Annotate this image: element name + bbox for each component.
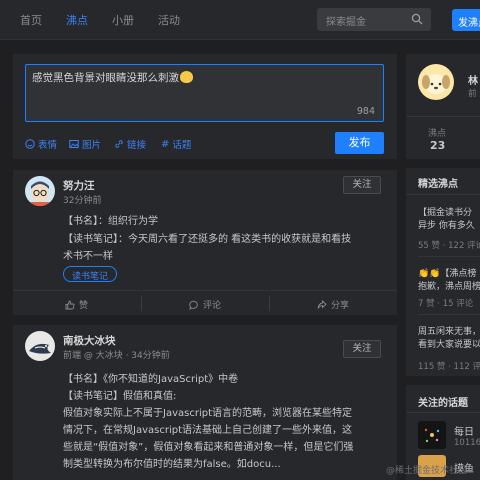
nav-events[interactable]: 活动	[158, 12, 180, 28]
pick-text[interactable]: 异步 你有多久	[418, 218, 475, 231]
hash-icon: #	[161, 138, 170, 150]
profile-card: 林 前 沸点 23	[406, 54, 480, 159]
smile-icon	[25, 139, 35, 149]
topic-tag[interactable]: 读书笔记	[63, 266, 118, 282]
top-nav: 首页 沸点 小册 活动 探索掘金 发沸点	[0, 0, 480, 40]
divider	[418, 256, 480, 257]
nav-home[interactable]: 首页	[20, 12, 42, 28]
profile-sub: 前	[468, 89, 477, 99]
topic-name[interactable]: 每日	[454, 423, 474, 438]
pick-text[interactable]: 【掘金读书分	[418, 205, 472, 218]
nav-books[interactable]: 小册	[112, 12, 134, 28]
publish-button[interactable]: 发布	[335, 132, 384, 154]
avatar[interactable]	[25, 176, 55, 206]
search-input[interactable]: 探索掘金	[317, 8, 431, 31]
post-actions: 赞 评论 分享	[13, 290, 397, 316]
comment-icon	[189, 300, 198, 310]
divider	[141, 295, 142, 311]
thumbs-up-icon	[65, 299, 75, 309]
author-name[interactable]: 努力汪	[63, 178, 95, 193]
char-count: 984	[356, 106, 375, 117]
pin-composer: 感觉黑色背景对眼睛没那么刺激 984 表情 图片 链接 # 话题 发布	[13, 54, 397, 159]
divider	[406, 412, 480, 413]
topic-thumb[interactable]	[418, 421, 446, 449]
topic-tool[interactable]: # 话题	[161, 137, 192, 152]
follow-button[interactable]: 关注	[343, 176, 381, 194]
pick-meta: 55 赞 · 122 评论	[418, 241, 480, 251]
like-button[interactable]: 赞	[65, 298, 88, 311]
search-icon[interactable]	[411, 13, 423, 25]
post-text-line: 【读书笔记】假值和真值:	[63, 391, 177, 402]
post-text-line: 【书名】：组织行为学	[63, 216, 158, 227]
link-icon	[115, 140, 123, 148]
follow-button[interactable]: 关注	[343, 340, 381, 358]
image-tool[interactable]: 图片	[69, 137, 101, 151]
publish-pin-button[interactable]: 发沸点	[452, 9, 480, 31]
divider	[406, 194, 480, 195]
composer-textarea[interactable]: 感觉黑色背景对眼睛没那么刺激 984	[25, 64, 384, 122]
pin-card: 努力汪 32分钟前 关注 【书名】：组织行为学 【读书笔记】：今天周六看了还挺多…	[13, 170, 397, 315]
stat-label: 沸点	[428, 129, 447, 139]
pick-text[interactable]: 周五闲来无事，	[418, 324, 480, 337]
divider	[418, 314, 480, 315]
topic-count: 10116	[454, 438, 480, 448]
profile-name[interactable]: 林	[468, 72, 478, 87]
topics-title: 关注的话题	[418, 398, 468, 409]
post-text-line: 【书名】《你不知道的JavaScript》中卷	[63, 374, 239, 385]
post-text-line: 假值对象实际上不属于Javascript语言的范畴，浏览器在某些特定	[63, 408, 352, 419]
share-label: 分享	[331, 301, 350, 311]
avatar-image-icon	[25, 176, 55, 206]
picks-title: 精选沸点	[418, 179, 458, 190]
emoji-tool-label: 表情	[38, 140, 58, 151]
watermark: @稀土掘金技术社区	[386, 466, 468, 476]
image-icon	[69, 140, 79, 148]
link-tool[interactable]: 链接	[114, 137, 146, 151]
share-button[interactable]: 分享	[317, 298, 349, 311]
image-tool-label: 图片	[82, 140, 102, 151]
author-name[interactable]: 南极大冰块	[63, 333, 116, 348]
topic-tool-label: 话题	[172, 140, 192, 151]
dog-avatar-icon	[418, 64, 454, 100]
share-icon	[317, 299, 327, 309]
post-text-line: 【读书笔记】：今天周六看了还挺多的 看这类书的收获就是和看技	[63, 234, 352, 245]
divider	[406, 116, 480, 117]
search-placeholder: 探索掘金	[326, 17, 366, 28]
avatar[interactable]	[25, 331, 55, 361]
stat-value[interactable]: 23	[430, 139, 445, 152]
profile-avatar[interactable]	[418, 64, 454, 100]
link-tool-label: 链接	[127, 140, 147, 151]
post-meta: 前端 @ 大冰块 · 34分钟前	[63, 351, 170, 361]
pin-card: 南极大冰块 前端 @ 大冰块 · 34分钟前 关注 【书名】《你不知道的Java…	[13, 325, 397, 480]
composer-text: 感觉黑色背景对眼睛没那么刺激	[32, 70, 193, 85]
post-text-line: 术书不一样	[63, 251, 113, 262]
pick-text[interactable]: 👏👏【沸点榜	[418, 266, 476, 279]
nav-pins[interactable]: 沸点	[66, 12, 88, 28]
pick-text[interactable]: 抱歉，沸点周榜	[418, 279, 480, 292]
post-text-line: 情况下，在常规Javascript语法基础上自己创建了一些外来值，这	[63, 425, 352, 436]
post-time: 32分钟前	[63, 196, 102, 206]
avatar-image-icon	[25, 331, 55, 361]
pick-meta: 115 赞 · 112 评论	[418, 362, 480, 372]
post-text-line: 些就是“假值对象”，假值对象看起来和普通对象一样，但是它们强	[63, 442, 354, 453]
cat-emoji-icon	[180, 71, 193, 83]
emoji-tool[interactable]: 表情	[25, 137, 57, 151]
fireworks-icon	[424, 428, 440, 443]
clap-icon: 👏👏	[418, 269, 441, 279]
pick-text[interactable]: 看到大家说要以	[418, 337, 480, 350]
comment-button[interactable]: 评论	[189, 298, 221, 311]
post-text-line: 制类型转换为布尔值时的结果为false。如docu...	[63, 459, 281, 470]
comment-label: 评论	[203, 301, 222, 311]
picks-panel: 精选沸点 【掘金读书分 异步 你有多久 55 赞 · 122 评论 👏👏【沸点榜…	[406, 168, 480, 376]
like-label: 赞	[79, 301, 89, 311]
divider	[269, 295, 270, 311]
pick-meta: 7 赞 · 15 评论	[418, 299, 474, 309]
